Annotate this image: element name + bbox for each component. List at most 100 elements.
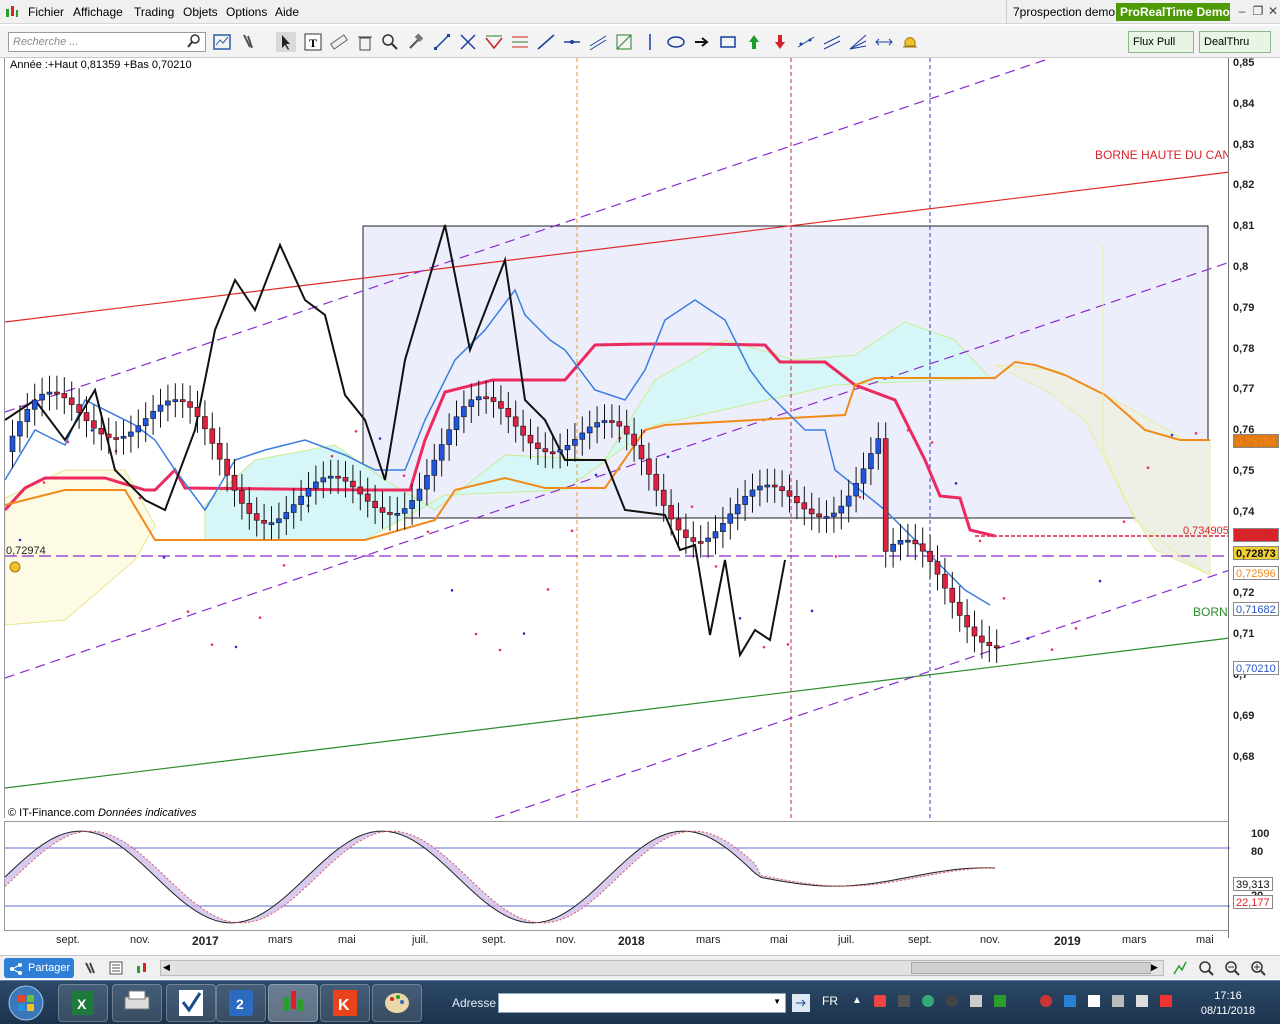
menu-aide[interactable]: Aide: [275, 5, 299, 19]
candle-body: [845, 495, 852, 507]
tray-icon[interactable]: [1040, 995, 1052, 1007]
arrow-right-icon[interactable]: [692, 32, 712, 52]
taskbar-prorealtime-icon[interactable]: [268, 984, 318, 1022]
taskbar-printer-icon[interactable]: [112, 984, 162, 1022]
candle-body: [927, 550, 933, 562]
search-icon[interactable]: [187, 34, 201, 48]
fibonacci-icon[interactable]: [484, 32, 504, 52]
retracement-icon[interactable]: [510, 32, 530, 52]
network-icon[interactable]: [1112, 995, 1124, 1007]
scrollbar-thumb[interactable]: [911, 962, 1151, 974]
menu-objets[interactable]: Objets: [183, 5, 218, 19]
taskbar-sync-icon[interactable]: 2: [216, 984, 266, 1022]
candle-body: [276, 518, 282, 523]
scroll-left-icon[interactable]: ◀: [163, 962, 170, 973]
trend-line-icon[interactable]: [536, 32, 556, 52]
list-icon[interactable]: [108, 960, 124, 976]
tray-icon[interactable]: [1160, 995, 1172, 1007]
sar-dot: [930, 441, 934, 444]
candle-body: [76, 404, 82, 413]
zoom-reset-icon[interactable]: [1198, 960, 1214, 976]
tray-icon[interactable]: [994, 995, 1006, 1007]
go-arrow-icon[interactable]: [792, 994, 810, 1012]
tray-icon[interactable]: [922, 995, 934, 1007]
dealthru-button[interactable]: DealThru: [1199, 31, 1271, 53]
taskbar-check-icon[interactable]: [166, 984, 216, 1022]
language-indicator[interactable]: FR: [822, 994, 838, 1008]
line-tool-icon[interactable]: [432, 32, 452, 52]
tray-icon[interactable]: [1064, 995, 1076, 1007]
share-label: Partager: [28, 962, 71, 974]
tray-icon[interactable]: [874, 995, 886, 1007]
tray-icon[interactable]: [946, 995, 958, 1007]
trash-icon[interactable]: [355, 32, 375, 52]
wrench-icon[interactable]: [238, 32, 258, 52]
time-tick: nov.: [556, 934, 576, 946]
tray-icon[interactable]: [898, 995, 910, 1007]
sar-dot: [42, 481, 46, 484]
text-tool-icon[interactable]: T: [303, 32, 323, 52]
scroll-right-icon[interactable]: ▶: [1151, 962, 1158, 973]
measure-icon[interactable]: [874, 32, 894, 52]
volume-icon[interactable]: [1136, 995, 1148, 1007]
arrow-up-icon[interactable]: [744, 32, 764, 52]
candle-body: [490, 397, 497, 402]
ruler-icon[interactable]: [329, 32, 349, 52]
oscillator-panel[interactable]: [4, 821, 1230, 932]
address-input[interactable]: ▼: [498, 993, 786, 1013]
fan-icon[interactable]: [848, 32, 868, 52]
price-chart-canvas[interactable]: BORNE HAUTE DU CAN BORN 0,72974 0,734905: [5, 58, 1230, 818]
parallel-lines-icon[interactable]: [822, 32, 842, 52]
price-badge: 0,72873: [1233, 546, 1279, 560]
tray-icon[interactable]: [970, 995, 982, 1007]
oscillator-canvas[interactable]: [4, 822, 1230, 932]
taskbar-excel-icon[interactable]: X: [58, 984, 108, 1022]
time-axis[interactable]: sept. nov. 2017 mars mai juil. sept. nov. 2018 ma…: [4, 931, 1229, 951]
price-chart[interactable]: BORNE HAUTE DU CAN BORN 0,72974 0,734905: [4, 58, 1230, 818]
chart-settings-icon[interactable]: [212, 32, 232, 52]
search-input[interactable]: Recherche ...: [8, 32, 206, 52]
tray-expand-icon[interactable]: ▲: [852, 995, 862, 1006]
ellipse-icon[interactable]: [666, 32, 686, 52]
sar-dot: [1098, 579, 1102, 583]
candle-body: [979, 635, 985, 643]
taskbar-paint-icon[interactable]: [372, 984, 422, 1022]
candle-body: [890, 543, 896, 552]
price-axis[interactable]: 0,85 0,84 0,83 0,82 0,81 0,8 0,79 0,78 0,77 0,76 0…: [1228, 57, 1280, 938]
rectangle-icon[interactable]: [718, 32, 738, 52]
zoom-fit-icon[interactable]: [1172, 960, 1188, 976]
menu-fichier[interactable]: Fichier: [28, 5, 64, 19]
menu-options[interactable]: Options: [226, 5, 267, 19]
regression-icon[interactable]: [796, 32, 816, 52]
candle-body: [113, 437, 119, 440]
vertical-line-icon[interactable]: [640, 32, 660, 52]
tray-icon[interactable]: [1088, 995, 1100, 1007]
start-button-icon[interactable]: [6, 984, 46, 1022]
taskbar-k-icon[interactable]: K: [320, 984, 370, 1022]
chevron-down-icon[interactable]: ▼: [773, 997, 781, 1006]
zoom-icon[interactable]: [380, 32, 400, 52]
zoom-out-icon[interactable]: [1224, 960, 1240, 976]
candle-body: [831, 512, 837, 517]
restore-icon[interactable]: ❐: [1250, 3, 1266, 19]
alert-bell-icon[interactable]: [900, 32, 920, 52]
minimize-icon[interactable]: –: [1234, 3, 1250, 19]
clock[interactable]: 17:16 08/11/2018: [1190, 989, 1266, 1019]
zoom-in-icon[interactable]: [1250, 960, 1266, 976]
flux-pull-button[interactable]: Flux Pull: [1128, 31, 1194, 53]
chart-tools-icon[interactable]: [82, 960, 98, 976]
channel-icon[interactable]: [588, 32, 608, 52]
cursor-icon[interactable]: [276, 32, 296, 52]
horizontal-line-icon[interactable]: [562, 32, 582, 52]
arrow-down-icon[interactable]: [770, 32, 790, 52]
menu-affichage[interactable]: Affichage: [73, 5, 123, 19]
cross-line-icon[interactable]: [458, 32, 478, 52]
horizontal-scrollbar[interactable]: [160, 960, 1164, 976]
gann-icon[interactable]: [614, 32, 634, 52]
indicators-icon[interactable]: [134, 960, 150, 976]
candle-body: [905, 539, 911, 543]
hammer-icon[interactable]: [406, 32, 426, 52]
menu-trading[interactable]: Trading: [134, 5, 174, 19]
sar-dot: [570, 529, 574, 533]
close-icon[interactable]: ✕: [1265, 3, 1280, 19]
